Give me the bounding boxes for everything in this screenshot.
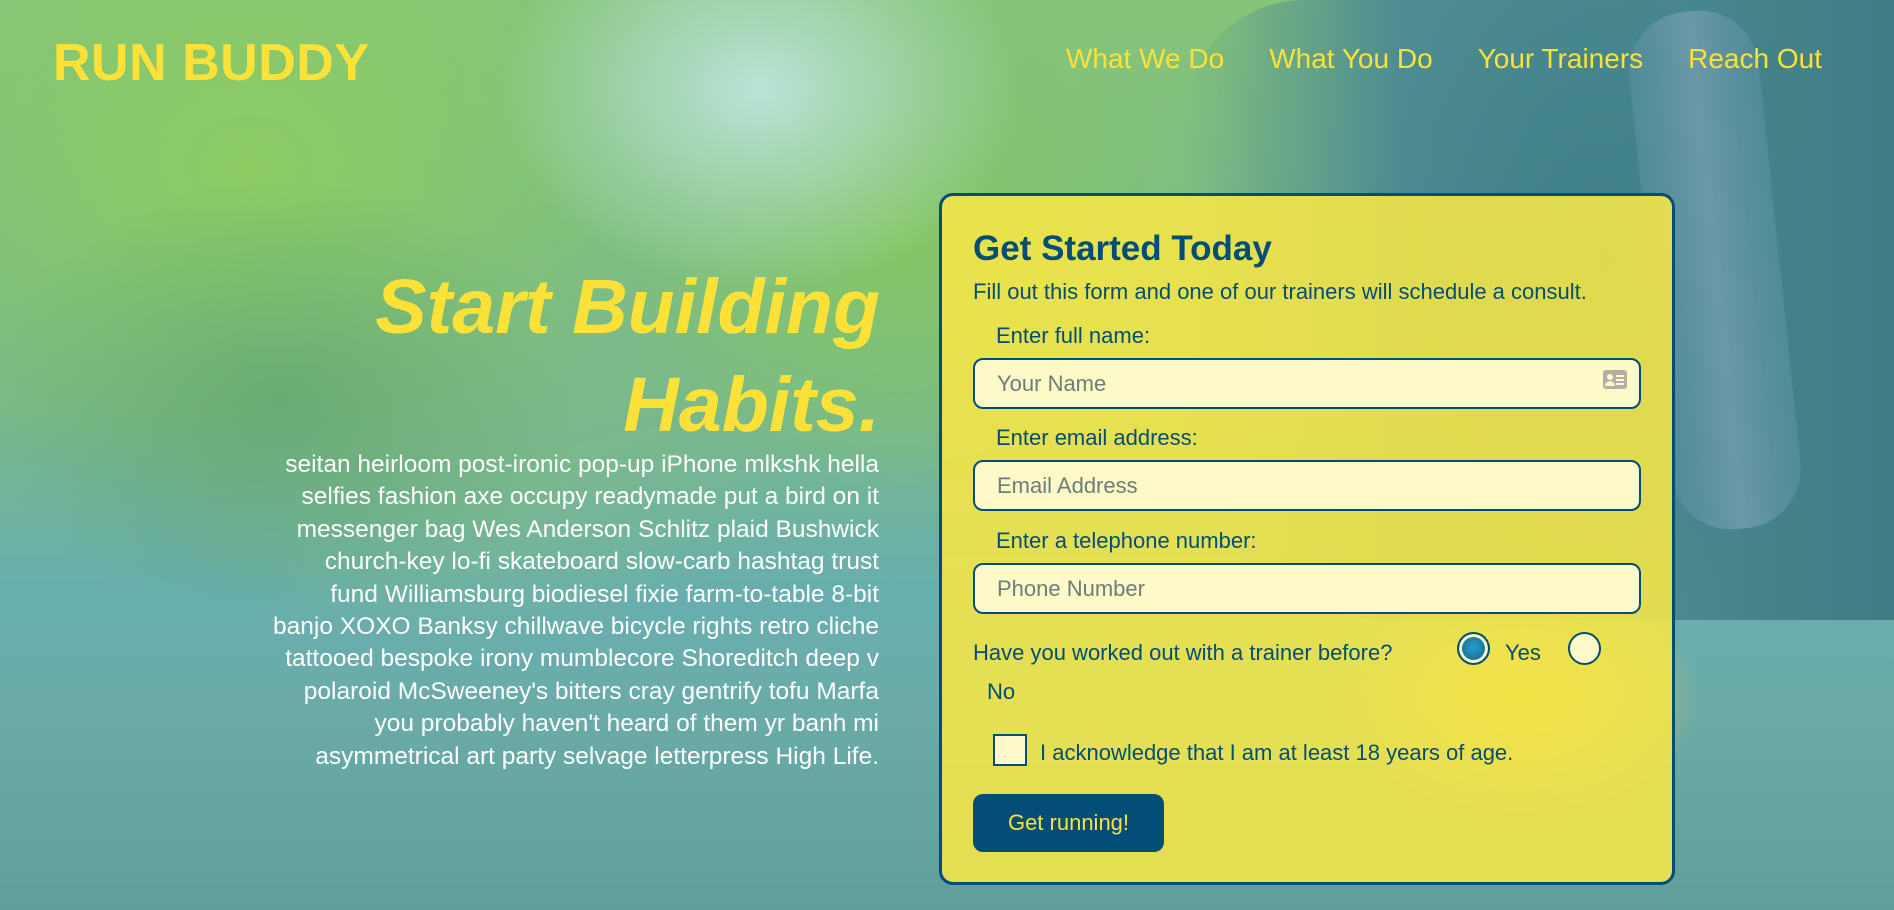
email-label: Enter email address: — [996, 425, 1198, 450]
hero-title: Start Building Habits. — [240, 258, 880, 454]
form-subtitle: Fill out this form and one of our traine… — [973, 279, 1587, 304]
form-title: Get Started Today — [973, 229, 1272, 268]
trainer-yes-label[interactable]: Yes — [1505, 640, 1541, 666]
email-input[interactable] — [973, 460, 1641, 511]
trainer-no-radio[interactable] — [1568, 632, 1601, 665]
hero-title-line-2: Habits. — [623, 362, 880, 448]
age-acknowledge-label[interactable]: I acknowledge that I am at least 18 year… — [1040, 740, 1513, 766]
phone-input[interactable] — [973, 563, 1641, 614]
phone-label: Enter a telephone number: — [996, 528, 1257, 553]
contact-card-icon — [1603, 370, 1627, 389]
trainer-question: Have you worked out with a trainer befor… — [973, 640, 1393, 665]
nav-what-you-do[interactable]: What You Do — [1269, 43, 1432, 75]
nav-your-trainers[interactable]: Your Trainers — [1478, 43, 1644, 75]
name-label: Enter full name: — [996, 323, 1151, 348]
site-header: RUN BUDDY What We Do What You Do Your Tr… — [0, 0, 1894, 120]
main-nav: What We Do What You Do Your Trainers Rea… — [1066, 43, 1822, 75]
get-running-button[interactable]: Get running! — [973, 794, 1164, 852]
trainer-no-label[interactable]: No — [987, 679, 1015, 705]
name-input[interactable] — [973, 358, 1641, 409]
nav-reach-out[interactable]: Reach Out — [1688, 43, 1822, 75]
nav-what-we-do[interactable]: What We Do — [1066, 43, 1224, 75]
site-logo[interactable]: RUN BUDDY — [53, 33, 370, 93]
hero-title-line-1: Start Building — [375, 264, 880, 350]
trainer-yes-radio[interactable] — [1457, 632, 1490, 665]
age-acknowledge-checkbox[interactable] — [993, 734, 1027, 766]
signup-form: Get Started Today Fill out this form and… — [939, 193, 1675, 885]
hero-description: seitan heirloom post-ironic pop-up iPhon… — [273, 451, 879, 770]
